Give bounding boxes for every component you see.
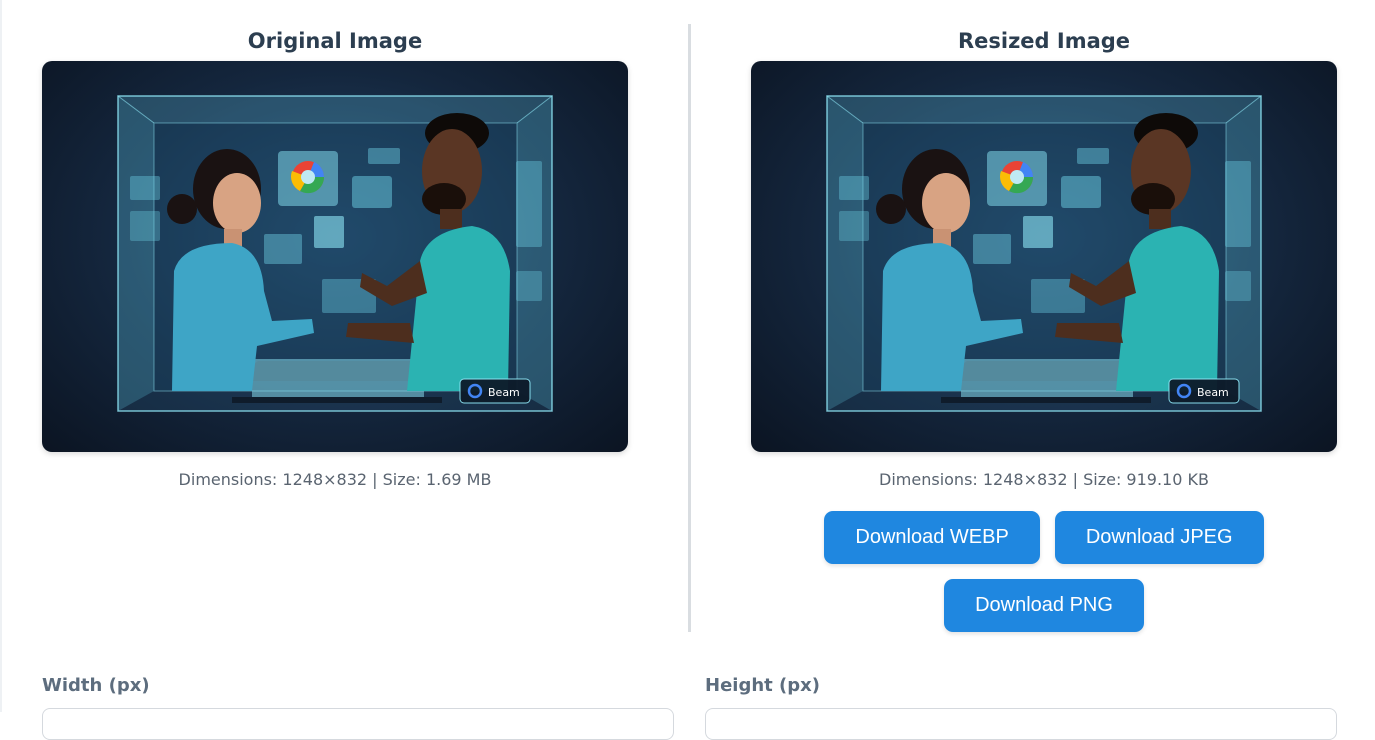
download-png-button[interactable]: Download PNG [944, 579, 1144, 632]
resized-illustration: Beam [751, 61, 1337, 452]
original-image-panel: Original Image Beam Dimensions: 1248×832… [42, 24, 628, 491]
height-input[interactable] [705, 708, 1337, 740]
resized-logo-text: Beam [1197, 386, 1229, 399]
original-image-preview: Beam [42, 61, 628, 452]
download-buttons-row-2: Download PNG [751, 579, 1337, 632]
original-image-meta: Dimensions: 1248×832 | Size: 1.69 MB [178, 470, 492, 489]
width-input[interactable] [42, 708, 674, 740]
download-jpeg-button[interactable]: Download JPEG [1054, 511, 1264, 564]
original-logo-text: Beam [488, 386, 520, 399]
resized-image-title: Resized Image [957, 29, 1131, 53]
resized-image-preview: Beam [751, 61, 1337, 452]
original-image-title: Original Image [247, 29, 423, 53]
download-webp-button[interactable]: Download WEBP [824, 511, 1040, 564]
height-label: Height (px) [705, 675, 820, 696]
panel-divider [688, 24, 691, 632]
original-illustration: Beam [42, 61, 628, 452]
page-left-edge [0, 0, 2, 712]
resized-image-panel: Resized Image Beam Dimensions: 1248×832 … [751, 24, 1337, 632]
resized-image-meta: Dimensions: 1248×832 | Size: 919.10 KB [879, 470, 1209, 489]
download-buttons-row: Download WEBP Download JPEG [751, 511, 1337, 564]
width-label: Width (px) [42, 675, 150, 696]
